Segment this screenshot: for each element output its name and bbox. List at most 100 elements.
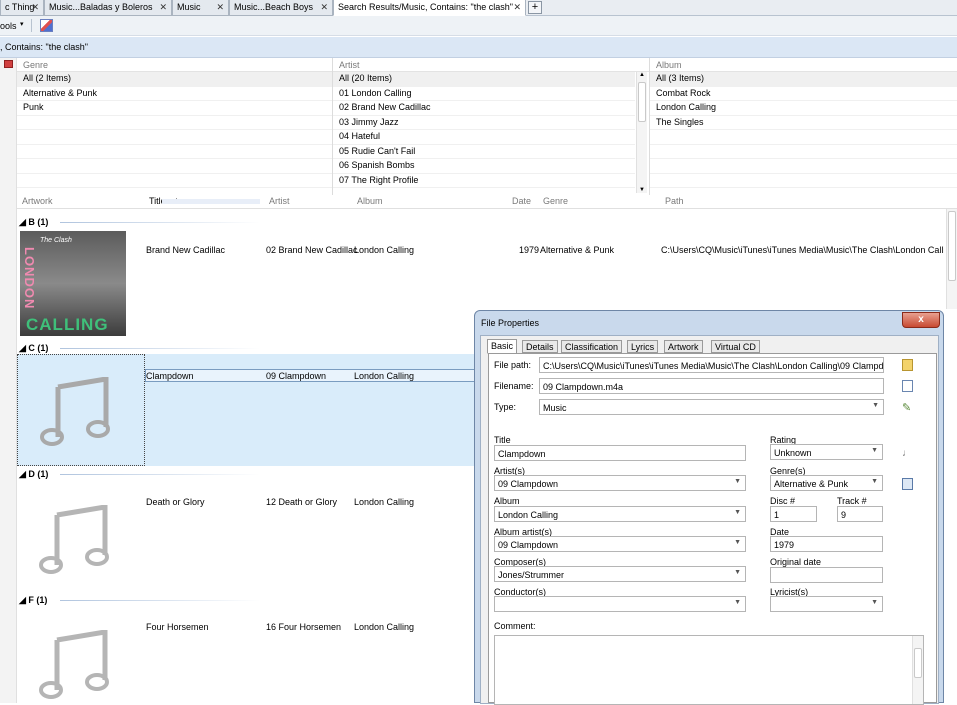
cell-genre[interactable]: Alternative & Punk (540, 245, 614, 255)
cell-date[interactable]: 1979 (519, 245, 539, 255)
cell-title[interactable]: Clampdown (146, 371, 194, 381)
cell-title[interactable]: Brand New Cadillac (146, 245, 225, 255)
tag-editor-icon[interactable] (40, 19, 53, 32)
cell-artist[interactable]: 02 Brand New Cadillac (266, 245, 358, 255)
tab-artwork[interactable]: Artwork (664, 340, 703, 353)
tab-virtual-cd[interactable]: Virtual CD (711, 340, 760, 353)
cover-title-horizontal: CALLING (26, 315, 109, 334)
list-item[interactable]: 01 London Calling (333, 87, 635, 101)
tab-details[interactable]: Details (522, 340, 558, 353)
new-tab-button[interactable]: + (528, 1, 542, 14)
tab-beach-boys[interactable]: Music...Beach Boys ✕ (229, 0, 333, 16)
artist-scrollbar[interactable]: ▲ ▼ (636, 72, 647, 193)
list-item[interactable]: 06 Spanish Bombs (333, 159, 635, 174)
cell-artist[interactable]: 09 Clampdown (266, 371, 326, 381)
scroll-up-icon[interactable]: ▲ (639, 72, 645, 78)
genre-pane-header[interactable]: Genre (17, 58, 332, 72)
tab-classification[interactable]: Classification (561, 340, 623, 353)
col-date[interactable]: Date (512, 196, 531, 206)
folder-icon[interactable] (902, 359, 913, 371)
list-item[interactable]: 02 Brand New Cadillac (333, 101, 635, 116)
genres-select[interactable]: Alternative & Punk ▼ (770, 475, 883, 491)
cell-album[interactable]: London Calling (354, 245, 414, 255)
list-item[interactable]: 07 The Right Profile (333, 174, 635, 188)
group-header-d[interactable]: ◢ D (1) (17, 467, 48, 481)
tab-thing[interactable]: c Thing ✕ (0, 0, 44, 16)
cell-album[interactable]: London Calling (354, 622, 414, 632)
tab-lyrics[interactable]: Lyrics (627, 340, 659, 353)
tab-search-results[interactable]: Search Results/Music, Contains: "the cla… (333, 0, 526, 16)
track-field[interactable]: 9 (837, 506, 883, 522)
artwork-cell[interactable] (17, 354, 145, 466)
cell-album[interactable]: London Calling (354, 371, 414, 381)
filename-field[interactable]: 09 Clampdown.m4a (539, 378, 884, 394)
list-item[interactable]: Punk (17, 101, 332, 116)
tab-music[interactable]: Music ✕ (172, 0, 229, 16)
list-edit-icon[interactable] (902, 478, 913, 490)
scroll-down-icon[interactable]: ▼ (639, 187, 645, 193)
list-item[interactable]: Alternative & Punk (17, 87, 332, 101)
scrollbar-thumb[interactable] (948, 211, 956, 281)
list-item[interactable]: 03 Jimmy Jazz (333, 116, 635, 130)
close-pane-icon[interactable] (4, 60, 13, 68)
col-artist[interactable]: Artist (269, 196, 290, 206)
col-path[interactable]: Path (665, 196, 684, 206)
type-select[interactable]: Music ▼ (539, 399, 884, 415)
close-icon[interactable]: ✕ (216, 2, 224, 13)
conductors-select[interactable]: ▼ (494, 596, 746, 612)
chevron-down-icon[interactable]: ▾ (20, 20, 24, 28)
composers-select[interactable]: Jones/Strummer ▼ (494, 566, 746, 582)
date-field[interactable]: 1979 (770, 536, 883, 552)
close-icon[interactable]: ✕ (320, 2, 328, 13)
cell-artist[interactable]: 12 Death or Glory (266, 497, 337, 507)
cell-artist[interactable]: 16 Four Horsemen (266, 622, 341, 632)
artist-pane-header[interactable]: Artist (333, 58, 649, 72)
rating-select[interactable]: Unknown ▼ (770, 444, 883, 460)
list-item[interactable]: Combat Rock (650, 87, 957, 101)
original-date-field[interactable] (770, 567, 883, 583)
album-cover-art[interactable]: The Clash LONDON CALLING (20, 231, 126, 336)
list-item[interactable]: All (2 Items) (17, 72, 332, 87)
rating-icon[interactable]: ♩ (902, 448, 913, 460)
close-button[interactable]: x (902, 312, 940, 328)
rename-file-icon[interactable] (902, 380, 913, 392)
title-field[interactable]: Clampdown (494, 445, 746, 461)
group-header-c[interactable]: ◢ C (1) (17, 341, 48, 355)
col-genre[interactable]: Genre (543, 196, 568, 206)
list-item (650, 145, 957, 159)
album-select[interactable]: London Calling ▼ (494, 506, 746, 522)
list-item[interactable]: 05 Rudie Can't Fail (333, 145, 635, 159)
disc-field[interactable]: 1 (770, 506, 817, 522)
album-artists-select[interactable]: 09 Clampdown ▼ (494, 536, 746, 552)
list-item[interactable]: The Singles (650, 116, 957, 130)
cell-title[interactable]: Death or Glory (146, 497, 205, 507)
scrollbar-thumb[interactable] (914, 648, 922, 678)
col-artwork[interactable]: Artwork (22, 196, 53, 206)
close-icon[interactable]: ✕ (31, 2, 39, 13)
cell-album[interactable]: London Calling (354, 497, 414, 507)
scrollbar-thumb[interactable] (638, 82, 646, 122)
tag-add-icon[interactable]: ✎ (902, 401, 913, 414)
album-pane-header[interactable]: Album (650, 58, 957, 72)
list-item[interactable]: All (3 Items) (650, 72, 957, 87)
close-icon[interactable]: ✕ (159, 2, 167, 13)
list-item[interactable]: All (20 Items) (333, 72, 635, 87)
close-icon[interactable]: ✕ (513, 2, 521, 13)
cell-path[interactable]: C:\Users\CQ\Music\iTunes\iTunes Media\Mu… (661, 245, 944, 255)
tab-baladas[interactable]: Music...Baladas y Boleros ✕ (44, 0, 172, 16)
list-scrollbar[interactable] (946, 209, 957, 309)
cell-title[interactable]: Four Horsemen (146, 622, 209, 632)
list-item[interactable]: 04 Hateful (333, 130, 635, 145)
artists-select[interactable]: 09 Clampdown ▼ (494, 475, 746, 491)
group-header-b[interactable]: ◢ B (1) (17, 215, 48, 229)
lyricists-select[interactable]: ▼ (770, 596, 883, 612)
col-album[interactable]: Album (357, 196, 383, 206)
tools-menu[interactable]: ools (0, 21, 17, 31)
list-item[interactable]: London Calling (650, 101, 957, 116)
comment-textarea[interactable] (494, 635, 924, 705)
file-path-field[interactable]: C:\Users\CQ\Music\iTunes\iTunes Media\Mu… (539, 357, 884, 373)
comment-scrollbar[interactable] (912, 636, 923, 704)
group-header-f[interactable]: ◢ F (1) (17, 593, 47, 607)
tab-basic[interactable]: Basic (487, 339, 518, 354)
dialog-title[interactable]: File Properties (475, 311, 943, 333)
